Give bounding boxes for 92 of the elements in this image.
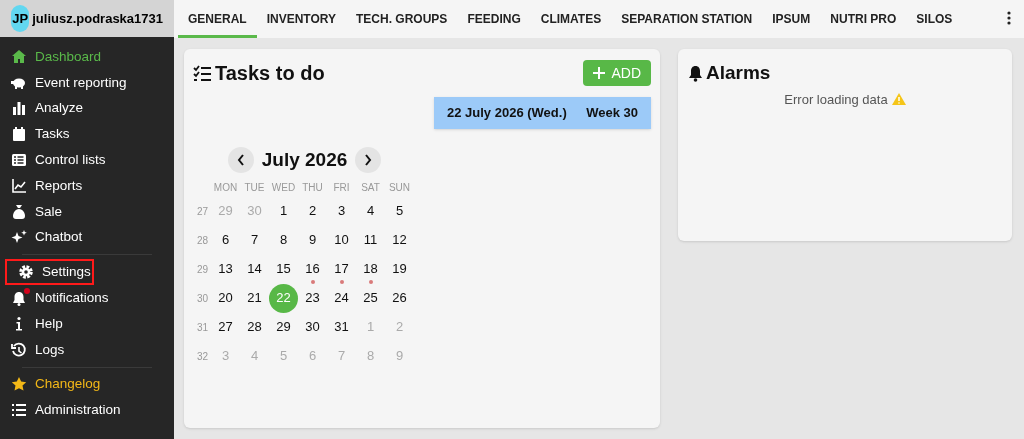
sidebar-item[interactable]: Notifications (0, 285, 174, 311)
calendar-day[interactable]: 15 (269, 254, 298, 284)
calendar-day[interactable]: 3 (327, 196, 356, 226)
calendar-day[interactable]: 4 (356, 196, 385, 226)
card-title: Tasks to do (215, 61, 325, 86)
tab[interactable]: FEEDING (457, 2, 531, 38)
list-icon (11, 402, 27, 419)
warning-icon (891, 93, 906, 106)
calendar-day[interactable]: 11 (356, 225, 385, 255)
week-number: 32 (197, 349, 210, 364)
sidebar-item[interactable]: Changelog (0, 371, 174, 398)
sidebar-item[interactable]: Settings (5, 259, 94, 286)
tab[interactable]: SILOS (906, 2, 963, 38)
week-number: 30 (197, 291, 210, 306)
week-number: 27 (197, 204, 210, 219)
previous-month-button[interactable] (227, 147, 254, 174)
line-chart-icon (11, 177, 27, 194)
weekday-label: WED (270, 180, 297, 195)
checklist-icon (193, 64, 212, 82)
sidebar-item[interactable]: Event reporting (0, 69, 174, 96)
card-title: Alarms (706, 61, 771, 85)
plus-icon (593, 67, 606, 79)
chevron-right-icon (364, 154, 373, 167)
calendar-day[interactable]: 26 (385, 283, 414, 313)
next-month-button[interactable] (355, 147, 382, 174)
weekday-label: TUE (243, 180, 266, 195)
tab[interactable]: IPSUM (762, 2, 821, 38)
sidebar-item[interactable]: Analyze (0, 95, 174, 122)
sidebar-item[interactable]: Reports (0, 173, 174, 199)
calendar-day[interactable]: 21 (240, 283, 269, 313)
calendar-day[interactable]: 9 (298, 225, 327, 255)
home-icon (11, 48, 27, 65)
calendar-day[interactable]: 19 (385, 254, 414, 284)
calendar-day[interactable]: 24 (327, 283, 356, 313)
calendar-day[interactable]: 7 (240, 225, 269, 255)
sidebar-item[interactable]: Sale (0, 198, 174, 225)
weekday-label: FRI (332, 180, 351, 195)
calendar-day[interactable]: 10 (327, 225, 356, 255)
sidebar-item[interactable]: Administration (0, 397, 174, 424)
settings-icon (18, 264, 34, 281)
sidebar-item[interactable]: Chatbot (0, 224, 174, 251)
tab[interactable]: NUTRI PRO (820, 2, 907, 38)
calendar-day[interactable]: 29 (269, 312, 298, 342)
calendar-day[interactable]: 1 (269, 196, 298, 226)
calendar-day[interactable]: 30 (298, 312, 327, 342)
calendar-day[interactable]: 17 (327, 254, 356, 284)
error-message: Error loading data (784, 90, 888, 109)
bar-chart-icon (11, 100, 27, 117)
bell-icon (688, 64, 703, 82)
user-name: juliusz.podraska1731 (32, 9, 163, 28)
avatar: JP (11, 5, 30, 32)
tab[interactable]: INVENTORY (256, 2, 347, 38)
calendar-day[interactable]: 27 (211, 312, 240, 342)
calendar-day[interactable]: 20 (211, 283, 240, 313)
calendar-day[interactable]: 5 (385, 196, 414, 226)
calendar-day[interactable]: 13 (211, 254, 240, 284)
bell-icon (11, 290, 27, 307)
weekday-label: SUN (387, 180, 412, 195)
sidebar-item[interactable]: Logs (0, 336, 174, 363)
calendar-day[interactable]: 12 (385, 225, 414, 255)
week-number: 28 (197, 233, 210, 248)
calendar-day[interactable]: 8 (269, 225, 298, 255)
sidebar-item[interactable]: Tasks (0, 121, 174, 148)
calendar-day[interactable]: 16 (298, 254, 327, 284)
chevron-left-icon (236, 154, 245, 167)
weekday-label: THU (301, 180, 324, 195)
list-icon (11, 152, 27, 169)
week-label: Week 30 (586, 104, 638, 123)
history-icon (11, 341, 27, 358)
sidebar-item[interactable]: Help (0, 310, 174, 337)
calendar-day[interactable]: 31 (327, 312, 356, 342)
calendar-day[interactable]: 25 (356, 283, 385, 313)
weekday-label: MON (212, 180, 239, 195)
month-title: July 2026 (261, 148, 348, 172)
tab[interactable]: SEPARATION STATION (611, 2, 763, 38)
week-number: 29 (197, 262, 210, 277)
weekday-label: SAT (360, 180, 381, 195)
calendar-day[interactable]: 14 (240, 254, 269, 284)
calendar-day[interactable]: 6 (211, 225, 240, 255)
sidebar-item[interactable]: Control lists (0, 147, 174, 173)
calendar-day[interactable]: 18 (356, 254, 385, 284)
sidebar-item[interactable]: Dashboard (0, 44, 174, 70)
calendar-icon (11, 126, 27, 143)
calendar-day[interactable]: 23 (298, 283, 327, 313)
money-bag-icon (11, 203, 27, 220)
tab[interactable]: CLIMATES (530, 2, 612, 38)
calendar-day[interactable]: 2 (298, 196, 327, 226)
date-label: 22 July 2026 (Wed.) (447, 104, 567, 123)
star-icon (11, 376, 27, 393)
tab[interactable]: TECH. GROUPS (346, 2, 458, 38)
calendar-day[interactable]: 28 (240, 312, 269, 342)
week-number: 31 (197, 320, 210, 335)
